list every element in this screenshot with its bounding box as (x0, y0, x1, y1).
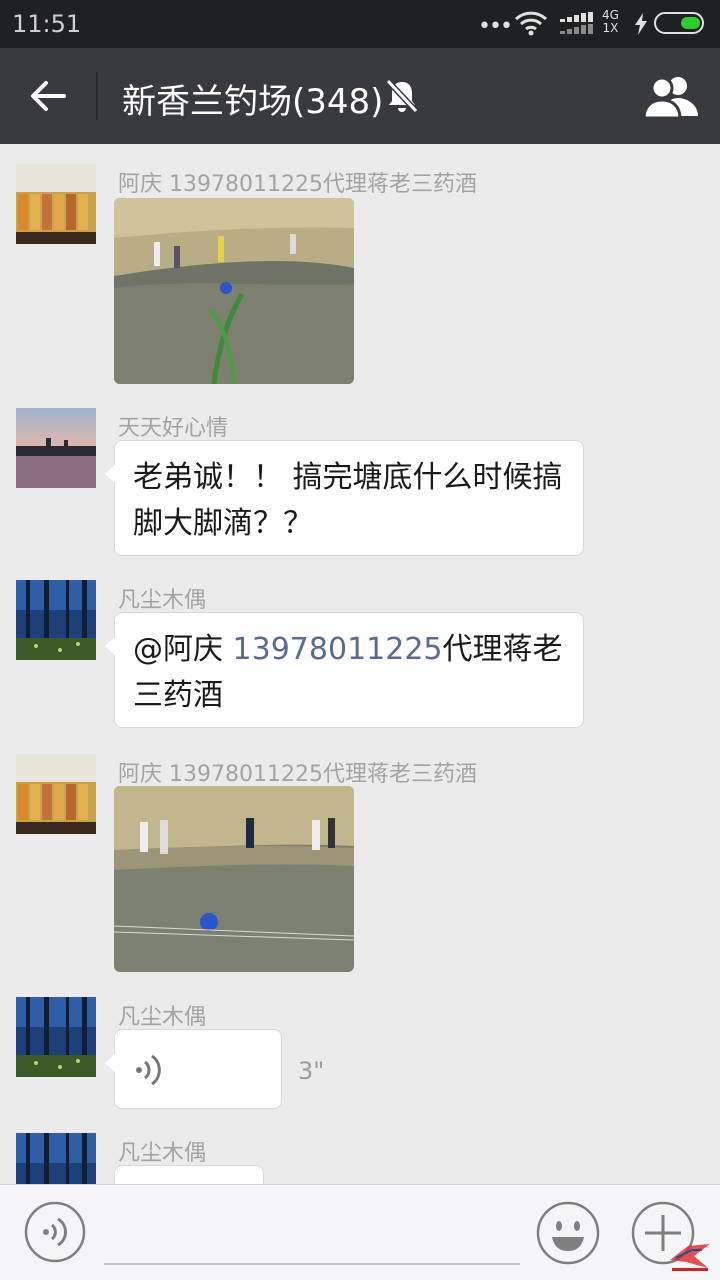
chat-title: 新香兰钓场(348) (122, 82, 384, 122)
bottles-avatar[interactable] (16, 754, 96, 834)
message-bubble[interactable]: @阿庆 13978011225代理蒋老三药酒 (105, 612, 584, 728)
sender-name: 凡尘木偶 (118, 588, 207, 613)
voice-duration: 3" (298, 1057, 325, 1085)
chat-input-bar (0, 1184, 720, 1280)
status-bar: 11:51 ••• 4G 1X (0, 0, 720, 48)
forest-avatar[interactable] (16, 1133, 96, 1184)
message-bubble[interactable]: 老弟诚！！ 搞完塘底什么时候搞脚大脚滴？？ (105, 440, 584, 556)
sender-name: 阿庆 13978011225代理蒋老三药酒 (118, 762, 477, 787)
signal-icon (560, 12, 593, 34)
message-item: 凡尘木偶 3" (0, 997, 720, 1127)
chat-header: 新香兰钓场(348) (0, 48, 720, 144)
message-item: 阿庆 13978011225代理蒋老三药酒 (0, 754, 720, 974)
voice-wave-icon (136, 1054, 161, 1086)
voice-input-icon[interactable] (24, 1201, 86, 1263)
network-type: 4G 1X (602, 8, 619, 35)
emoji-icon[interactable] (536, 1201, 600, 1265)
forum-watermark-logo (670, 1244, 710, 1271)
mention-name[interactable]: @阿庆 (133, 632, 233, 667)
message-input[interactable] (104, 1203, 520, 1265)
status-time: 11:51 (12, 10, 82, 38)
sender-name: 天天好心情 (118, 416, 229, 441)
sender-name: 阿庆 13978011225代理蒋老三药酒 (118, 172, 477, 197)
mention-number[interactable]: 13978011225 (233, 632, 443, 667)
arrow-left-icon[interactable] (28, 76, 68, 116)
forest-avatar[interactable] (16, 580, 96, 660)
voice-message-bubble[interactable] (114, 1165, 264, 1184)
header-divider (96, 72, 98, 120)
group-members-icon[interactable] (642, 74, 700, 118)
shared-photo-pond-cleaning[interactable] (114, 198, 354, 384)
bottles-avatar[interactable] (16, 164, 96, 244)
sender-name: 凡尘木偶 (118, 1005, 207, 1030)
sender-name: 凡尘木偶 (118, 1141, 207, 1166)
city-sunset-avatar[interactable] (16, 408, 96, 488)
battery-icon (654, 12, 704, 34)
charging-icon (635, 13, 647, 35)
forest-avatar[interactable] (16, 997, 96, 1077)
wifi-icon (514, 11, 548, 36)
message-item: 阿庆 13978011225代理蒋老三药酒 (0, 164, 720, 384)
message-item: 天天好心情 老弟诚！！ 搞完塘底什么时候搞脚大脚滴？？ (0, 408, 720, 568)
message-item: 凡尘木偶 @阿庆 13978011225代理蒋老三药酒 (0, 580, 720, 740)
voice-message-bubble[interactable] (105, 1029, 282, 1109)
chat-message-list[interactable]: 阿庆 13978011225代理蒋老三药酒 天天好心情 老弟诚！！ 搞完塘底什么… (0, 144, 720, 1184)
bell-off-icon (385, 78, 419, 114)
shared-photo-pond-workers[interactable] (114, 786, 354, 972)
message-item: 凡尘木偶 (0, 1133, 720, 1184)
more-notifications-icon: ••• (478, 14, 513, 39)
